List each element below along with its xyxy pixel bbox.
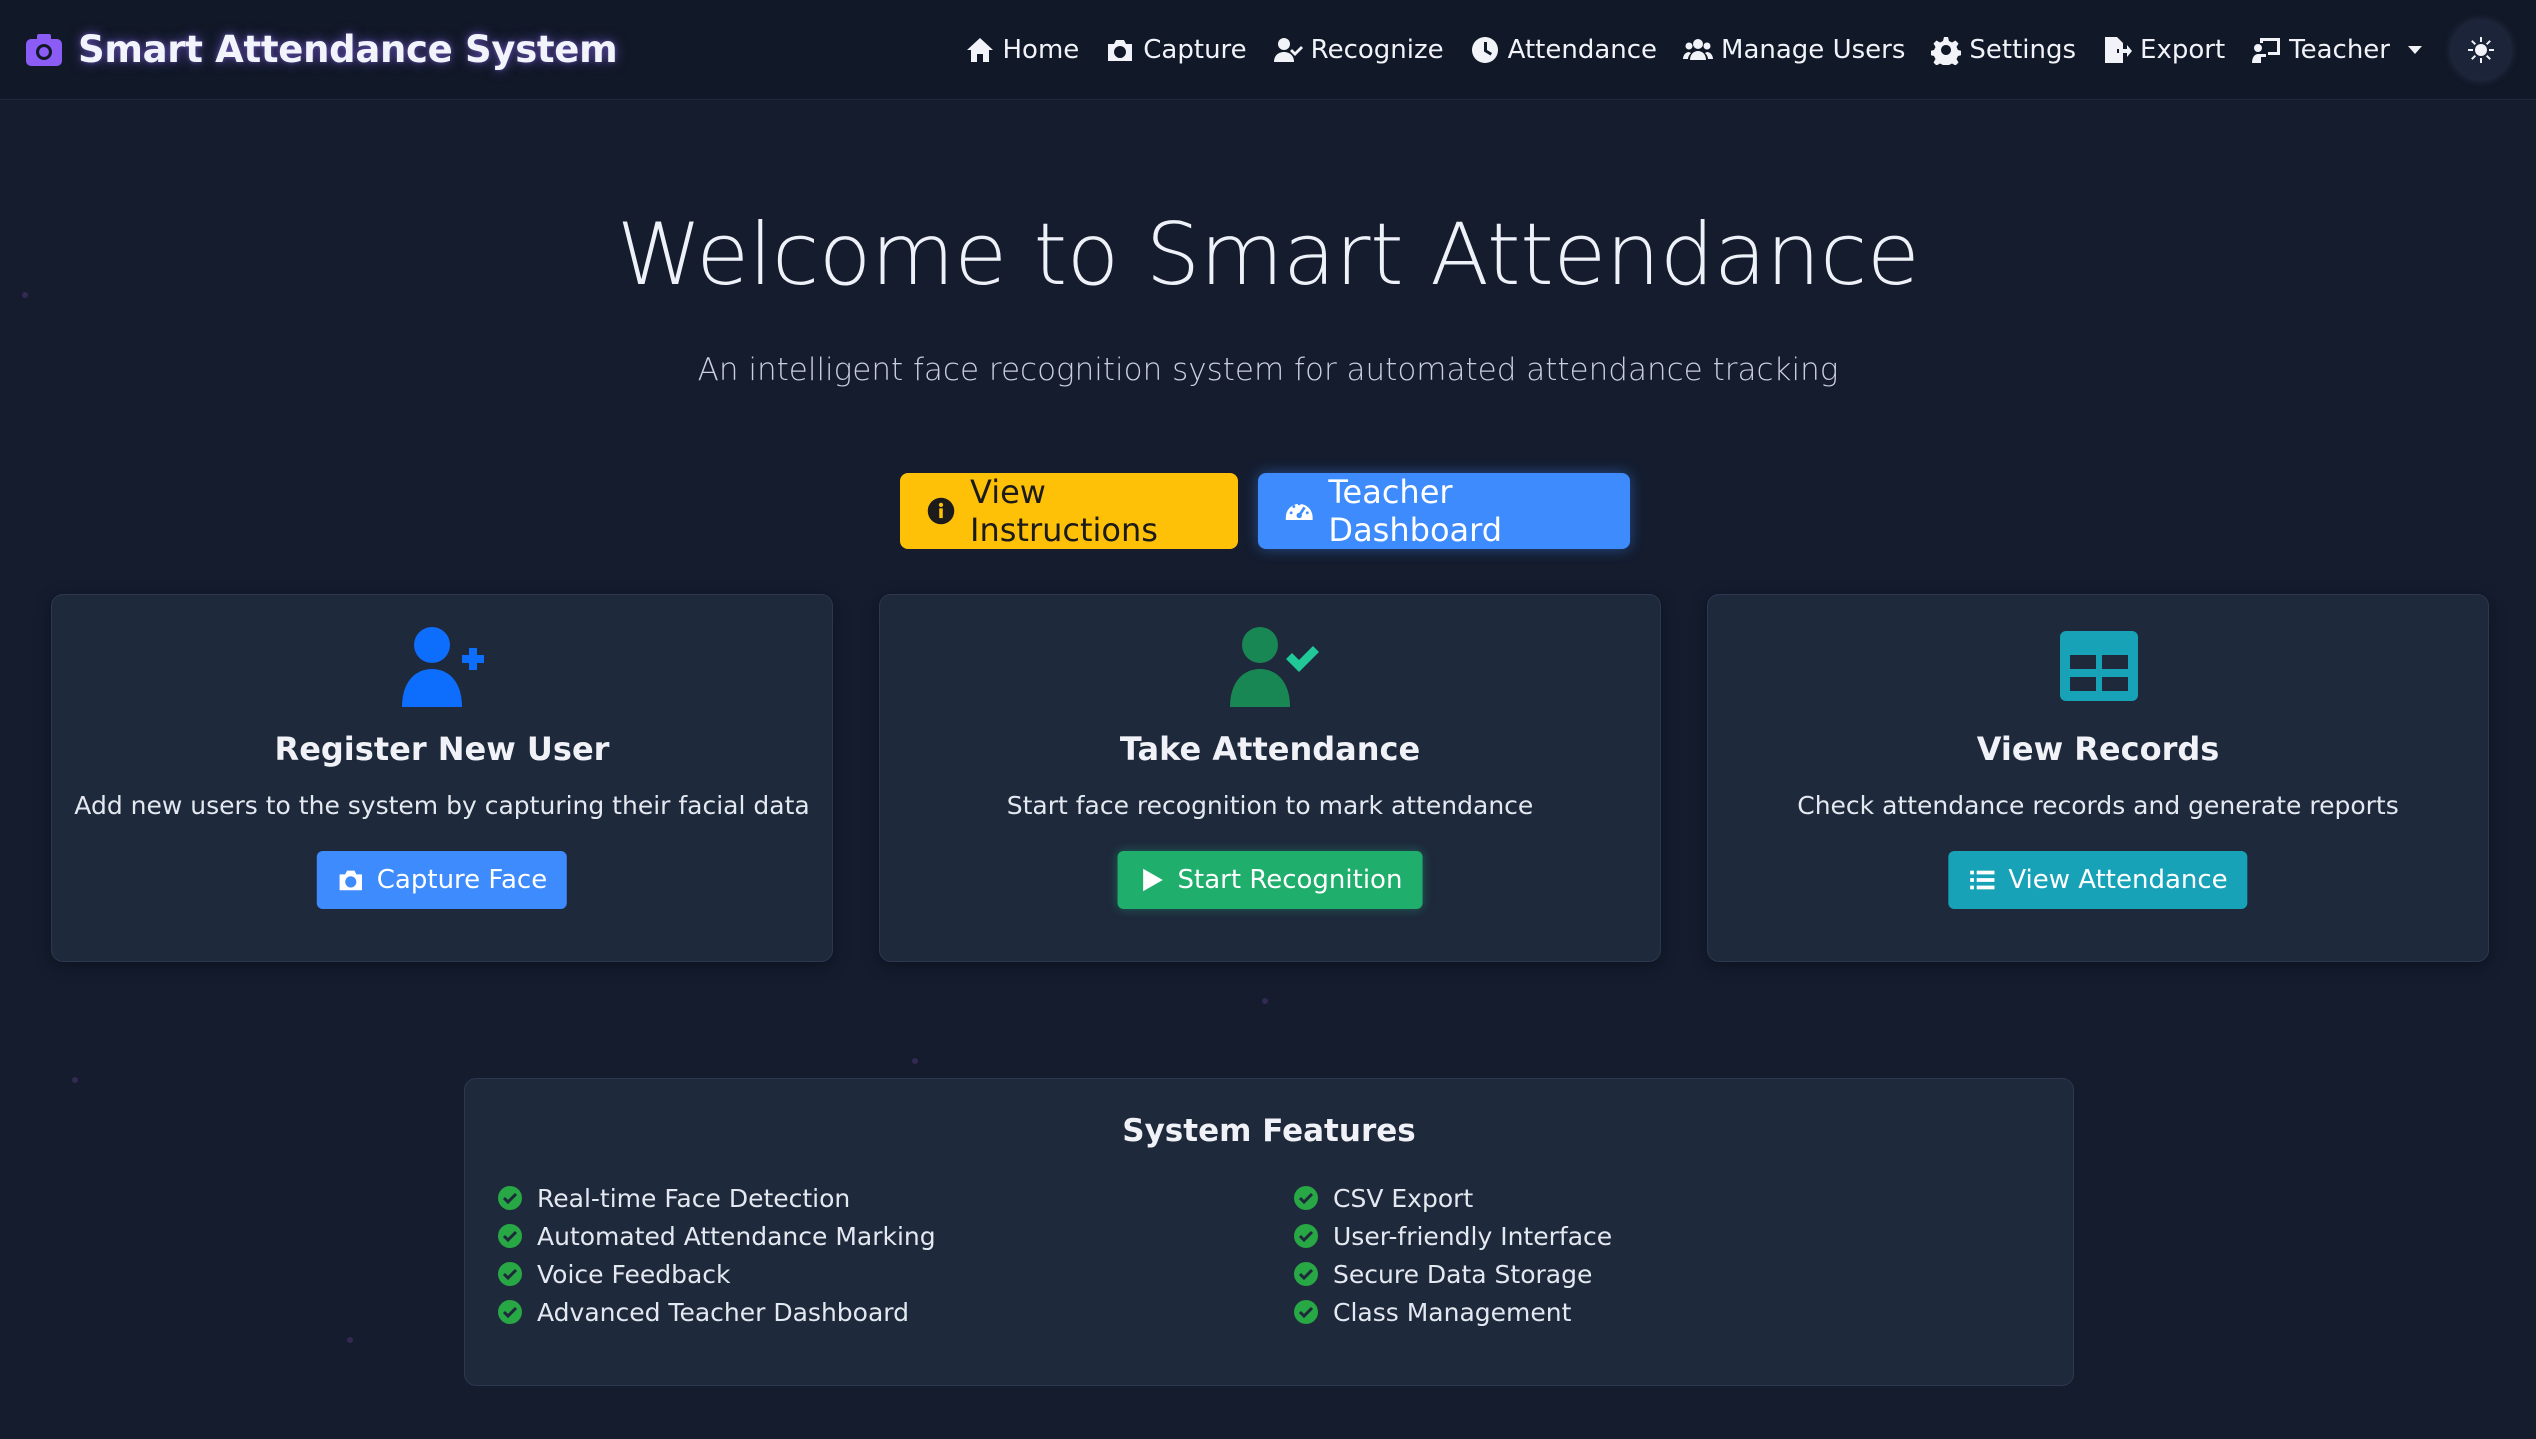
card-title: Take Attendance — [1119, 730, 1421, 768]
nav-home-label: Home — [1002, 34, 1080, 65]
navbar: Smart Attendance System Home Capture Rec… — [0, 0, 2536, 100]
nav-attendance[interactable]: Attendance — [1470, 35, 1657, 65]
check-circle-icon — [1294, 1300, 1318, 1324]
check-circle-icon — [498, 1262, 522, 1286]
nav-capture[interactable]: Capture — [1105, 34, 1247, 65]
nav-manage-users-label: Manage Users — [1721, 34, 1906, 65]
page-title: Welcome to Smart Attendance — [616, 205, 1920, 305]
file-export-icon — [2105, 36, 2133, 63]
check-circle-icon — [498, 1186, 522, 1210]
nav-recognize[interactable]: Recognize — [1273, 35, 1444, 65]
camera-icon — [339, 870, 362, 891]
nav-settings[interactable]: Settings — [1931, 35, 2076, 65]
user-plus-icon — [402, 627, 484, 707]
view-instructions-label: View Instructions — [970, 473, 1158, 549]
teacher-dashboard-label: Teacher Dashboard — [1328, 473, 1503, 549]
nav-teacher-dropdown[interactable]: Teacher — [2251, 35, 2422, 65]
feature-item: Real-time Face Detection — [497, 1179, 936, 1217]
gauge-icon — [1285, 502, 1313, 520]
check-circle-icon — [1294, 1262, 1318, 1286]
capture-face-label: Capture Face — [376, 865, 548, 895]
check-circle-icon — [1294, 1186, 1318, 1210]
features-left-list: Real-time Face Detection Automated Atten… — [497, 1179, 936, 1331]
feature-item: Secure Data Storage — [1293, 1255, 1612, 1293]
play-icon — [1143, 868, 1163, 892]
start-recognition-label: Start Recognition — [1177, 865, 1403, 895]
feature-item: CSV Export — [1293, 1179, 1612, 1217]
brand-title: Smart Attendance System — [78, 28, 618, 71]
check-circle-icon — [498, 1224, 522, 1248]
camera-icon — [1108, 39, 1133, 61]
feature-item: Automated Attendance Marking — [497, 1217, 936, 1255]
gear-icon — [1931, 36, 1962, 65]
nav-attendance-label: Attendance — [1507, 34, 1658, 65]
feature-label: User-friendly Interface — [1333, 1221, 1613, 1251]
take-attendance-card: Take Attendance Start face recognition t… — [879, 594, 1661, 962]
page-subtitle: An intelligent face recognition system f… — [697, 352, 1839, 388]
capture-face-button[interactable]: Capture Face — [316, 851, 568, 909]
brand[interactable]: Smart Attendance System — [24, 28, 618, 71]
camera-icon — [26, 33, 62, 66]
start-recognition-button[interactable]: Start Recognition — [1117, 851, 1423, 909]
chalkboard-teacher-icon — [2252, 37, 2281, 63]
nav-recognize-label: Recognize — [1310, 34, 1444, 65]
nav-settings-label: Settings — [1969, 34, 2077, 65]
card-title: Register New User — [274, 730, 610, 768]
card-description: Add new users to the system by capturing… — [74, 791, 810, 820]
feature-label: Voice Feedback — [537, 1259, 731, 1289]
feature-label: CSV Export — [1333, 1183, 1474, 1213]
nav-capture-label: Capture — [1143, 34, 1247, 65]
clock-icon — [1471, 36, 1498, 63]
feature-label: Class Management — [1333, 1297, 1572, 1327]
nav-export-label: Export — [2140, 34, 2226, 65]
feature-label: Advanced Teacher Dashboard — [537, 1297, 909, 1327]
feature-item: Advanced Teacher Dashboard — [497, 1293, 936, 1331]
list-icon — [1970, 870, 1995, 890]
features-right-list: CSV Export User-friendly Interface Secur… — [1293, 1179, 1612, 1331]
user-check-icon — [1273, 37, 1303, 62]
theme-toggle-button[interactable] — [2452, 20, 2510, 79]
view-attendance-label: View Attendance — [2008, 865, 2228, 895]
view-attendance-button[interactable]: View Attendance — [1948, 851, 2248, 909]
nav-export[interactable]: Export — [2102, 35, 2225, 65]
teacher-dashboard-button[interactable]: Teacher Dashboard — [1258, 473, 1630, 549]
card-description: Check attendance records and generate re… — [1797, 791, 2399, 820]
features-title: System Features — [1122, 1113, 1416, 1149]
card-title: View Records — [1976, 730, 2220, 768]
user-check-icon — [1230, 627, 1319, 707]
system-features-panel: System Features Real-time Face Detection… — [464, 1078, 2074, 1386]
feature-item: Voice Feedback — [497, 1255, 936, 1293]
feature-label: Real-time Face Detection — [537, 1183, 851, 1213]
home-icon — [966, 37, 993, 62]
feature-item: User-friendly Interface — [1293, 1217, 1612, 1255]
sun-icon — [2468, 36, 2494, 63]
caret-down-icon — [2408, 45, 2422, 54]
nav-teacher-label: Teacher — [2289, 34, 2390, 65]
feature-label: Secure Data Storage — [1333, 1259, 1593, 1289]
info-circle-icon — [927, 497, 955, 525]
nav-manage-users[interactable]: Manage Users — [1683, 35, 1905, 65]
nav-home[interactable]: Home — [965, 34, 1080, 65]
nav-menu: Home Capture Recognize Attendance Manage… — [939, 20, 2510, 79]
feature-label: Automated Attendance Marking — [537, 1221, 936, 1251]
check-circle-icon — [1294, 1224, 1318, 1248]
table-icon — [2060, 631, 2138, 701]
view-instructions-button[interactable]: View Instructions — [900, 473, 1238, 549]
register-user-card: Register New User Add new users to the s… — [51, 594, 833, 962]
feature-item: Class Management — [1293, 1293, 1612, 1331]
view-records-card: View Records Check attendance records an… — [1707, 594, 2489, 962]
card-description: Start face recognition to mark attendanc… — [1006, 791, 1534, 820]
hero-actions: View Instructions Teacher Dashboard — [0, 473, 2536, 549]
check-circle-icon — [498, 1300, 522, 1324]
users-icon — [1683, 38, 1714, 60]
